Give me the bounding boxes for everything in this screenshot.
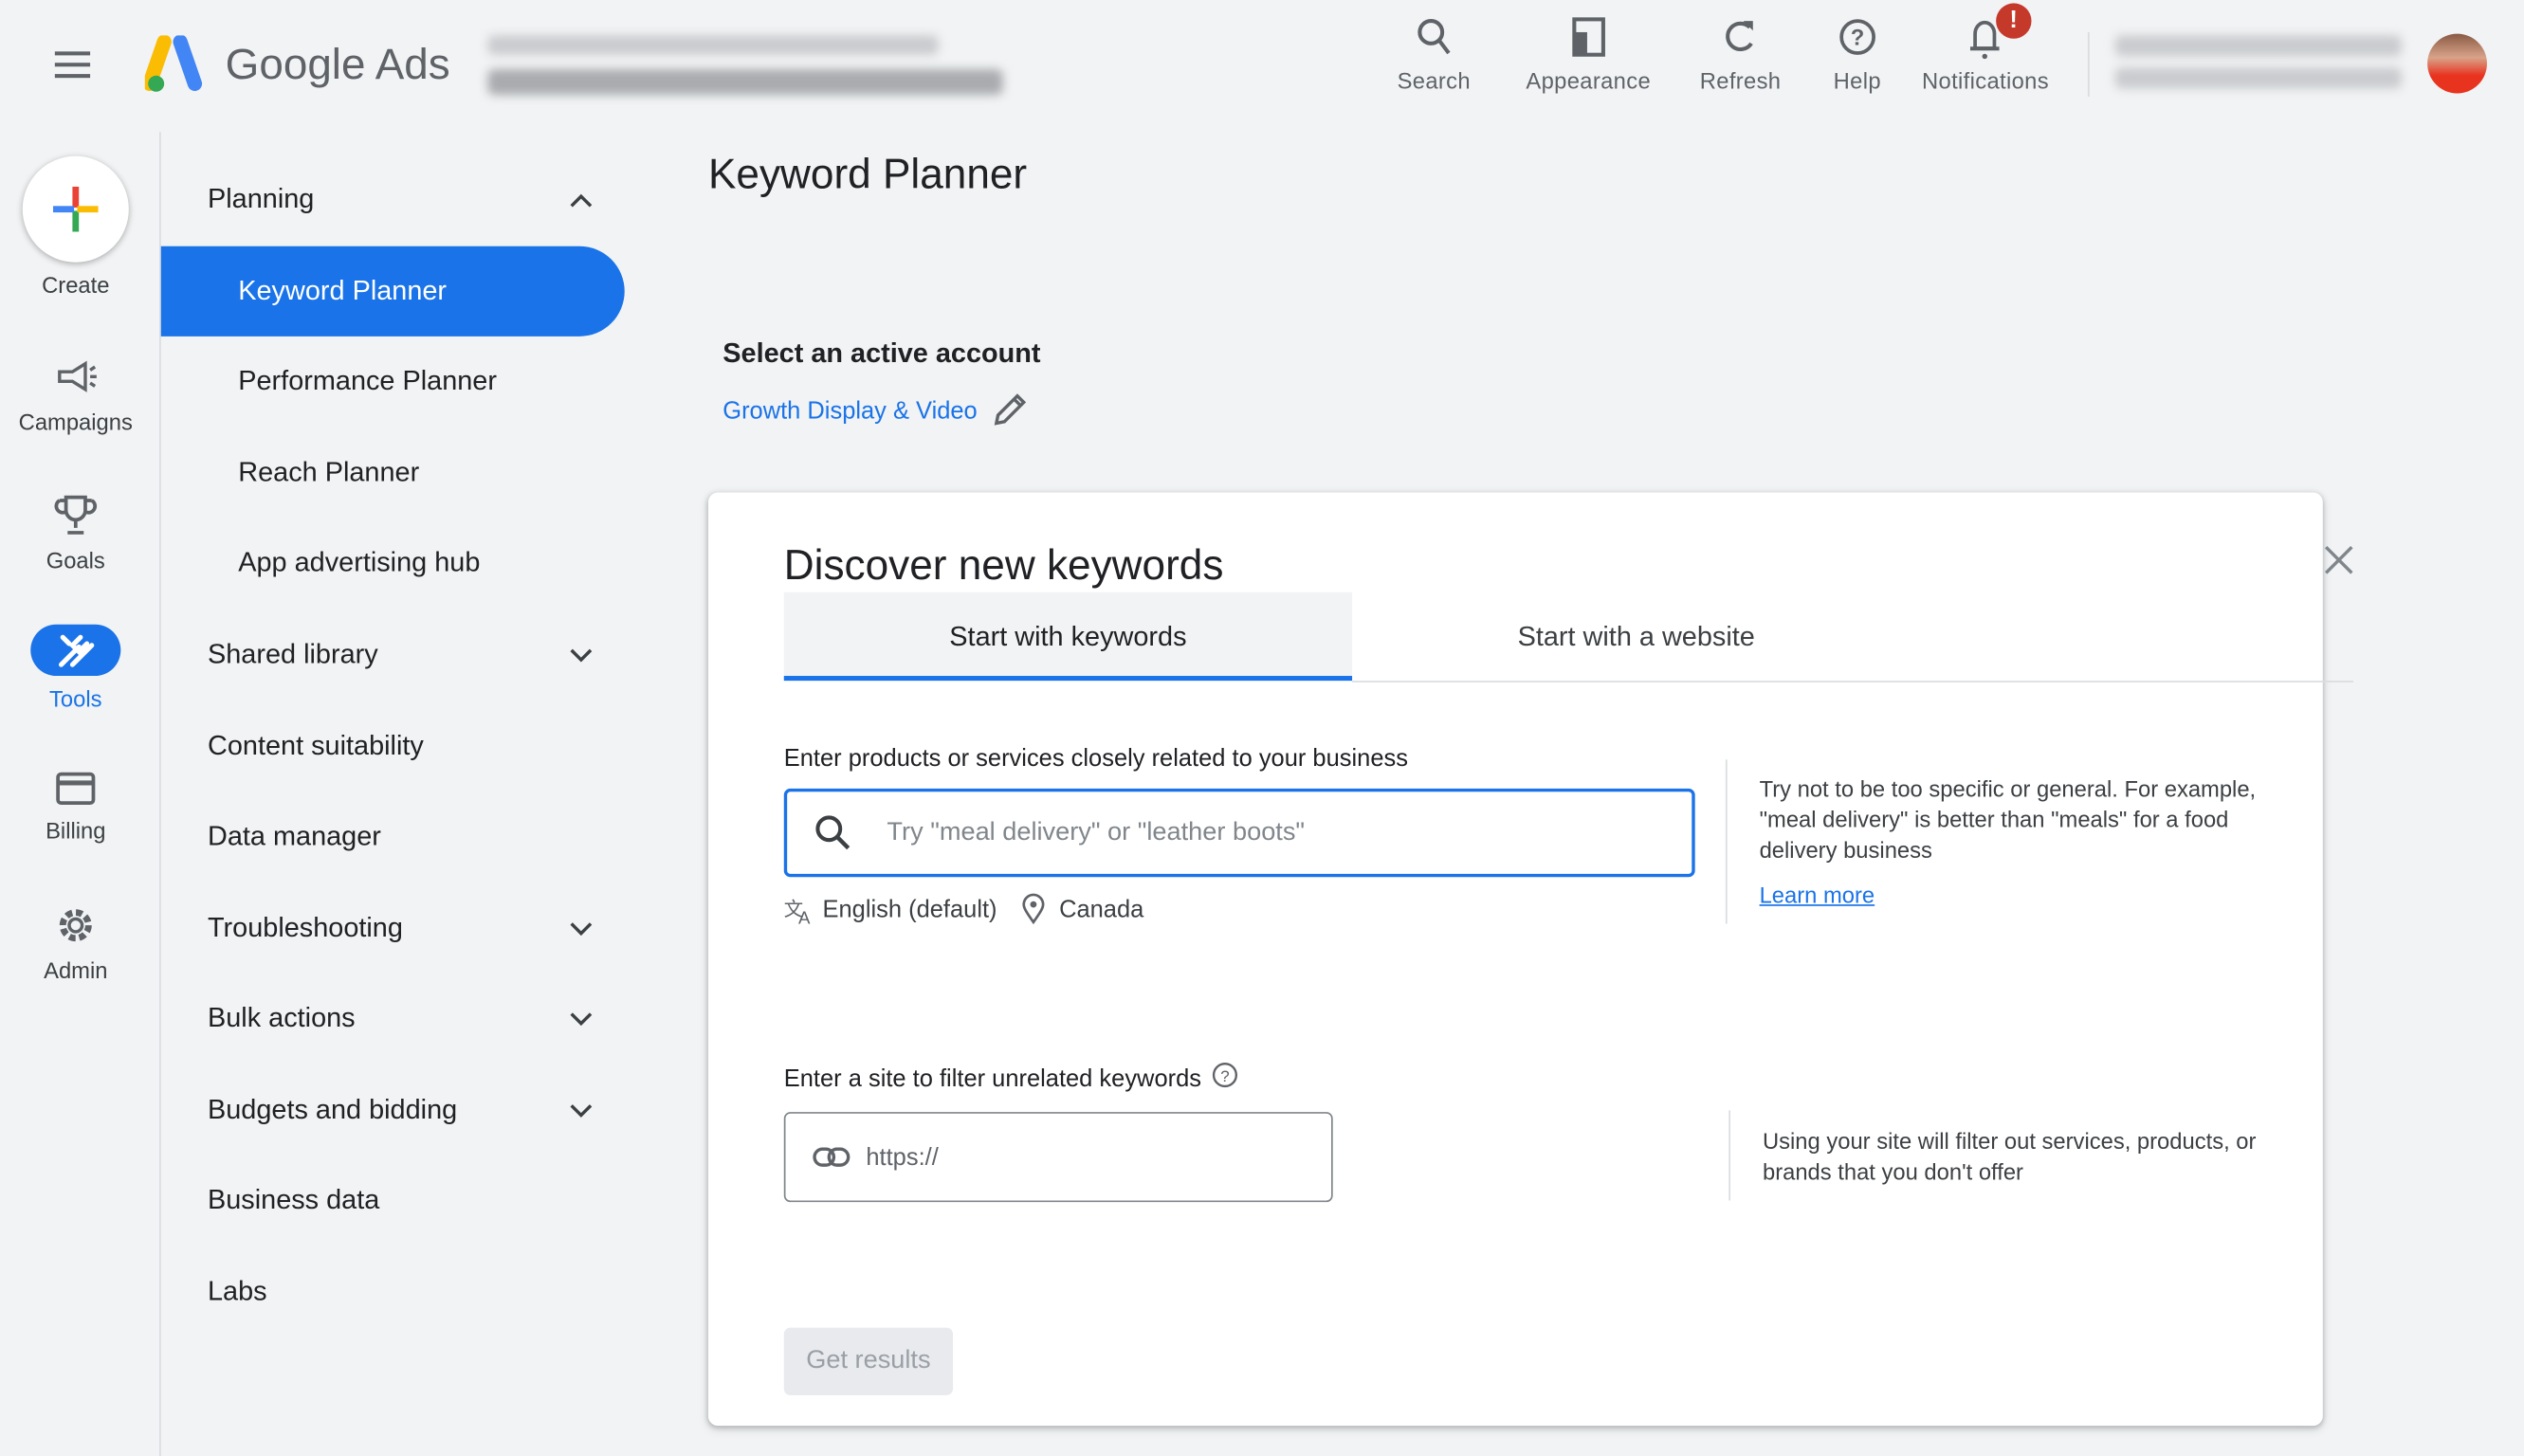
- tools-icon: [58, 634, 95, 667]
- appearance-icon: [1571, 17, 1605, 57]
- svg-text:?: ?: [1221, 1066, 1230, 1084]
- tab-start-with-keywords[interactable]: Start with keywords: [783, 592, 1353, 682]
- svg-text:A: A: [798, 907, 811, 925]
- appearance-button[interactable]: Appearance: [1526, 13, 1651, 93]
- keywords-input[interactable]: Try "meal delivery" or "leather boots": [783, 788, 1695, 878]
- gear-icon: [59, 909, 92, 942]
- nav-labs[interactable]: Labs: [161, 1247, 625, 1338]
- svg-text:?: ?: [1850, 26, 1864, 51]
- search-icon: [815, 814, 850, 849]
- location-selector[interactable]: Canada: [1020, 893, 1143, 925]
- app: Google Ads Search Appearance Refresh ? H…: [0, 0, 2524, 1456]
- chevron-up-icon: [570, 193, 593, 208]
- rail-create[interactable]: Create: [0, 155, 152, 298]
- hamburger-icon: [54, 51, 91, 79]
- keywords-tip: Try not to be too specific or general. F…: [1759, 775, 2257, 863]
- rail-admin[interactable]: Admin: [0, 902, 152, 983]
- notification-badge: !: [1996, 3, 2032, 39]
- chevron-down-icon: [570, 1104, 593, 1118]
- rail-goals[interactable]: Goals: [0, 492, 152, 573]
- chevron-down-icon: [570, 1012, 593, 1027]
- menu-button[interactable]: [54, 48, 94, 88]
- header-divider: [2087, 31, 2090, 97]
- get-results-button[interactable]: Get results: [783, 1327, 954, 1395]
- nav-keyword-planner[interactable]: Keyword Planner: [160, 246, 625, 337]
- learn-more-link[interactable]: Learn more: [1760, 882, 1875, 907]
- tabs-divider: [1352, 681, 2354, 682]
- help-icon[interactable]: ?: [1211, 1060, 1240, 1089]
- create-button[interactable]: [22, 155, 129, 263]
- rail-tools[interactable]: Tools: [0, 624, 152, 711]
- google-ads-logo[interactable]: Google Ads: [144, 35, 450, 93]
- search-button[interactable]: Search: [1398, 13, 1471, 93]
- notifications-button[interactable]: Notifications !: [1922, 3, 2049, 93]
- discover-keywords-card: Discover new keywords Start with keyword…: [707, 492, 2354, 1427]
- nav-planning[interactable]: Planning: [161, 155, 625, 245]
- chevron-down-icon: [570, 922, 593, 937]
- account-link[interactable]: Growth Display & Video: [722, 391, 1029, 430]
- tip-divider: [1725, 759, 1728, 924]
- refresh-button[interactable]: Refresh: [1700, 13, 1782, 93]
- site-label-row: Enter a site to filter unrelated keyword…: [784, 1062, 1240, 1093]
- rail-billing[interactable]: Billing: [0, 770, 152, 844]
- translate-icon: 文A: [784, 899, 811, 925]
- user-email-redacted: [2114, 67, 2402, 89]
- site-tip-divider: [1728, 1110, 1731, 1201]
- nav-troubleshooting[interactable]: Troubleshooting: [161, 883, 625, 974]
- account-selector-redacted[interactable]: [487, 69, 1003, 96]
- close-button[interactable]: [2323, 544, 2355, 584]
- account-heading: Select an active account: [722, 337, 1041, 369]
- nav-content-suitability[interactable]: Content suitability: [161, 701, 625, 792]
- account-breadcrumb-redacted[interactable]: [487, 35, 939, 55]
- location-pin-icon: [1022, 893, 1045, 925]
- nav-reach-planner[interactable]: Reach Planner: [161, 428, 625, 519]
- help-button[interactable]: ? Help: [1834, 13, 1881, 93]
- nav-performance-planner[interactable]: Performance Planner: [161, 337, 625, 427]
- nav-app-advertising-hub[interactable]: App advertising hub: [161, 519, 625, 609]
- help-icon: ?: [1838, 19, 1875, 55]
- customer-id-redacted: [2114, 35, 2402, 57]
- site-tip: Using your site will filter out services…: [1762, 1128, 2257, 1185]
- link-icon: [813, 1147, 850, 1167]
- nav-budgets-and-bidding[interactable]: Budgets and bidding: [161, 1065, 625, 1156]
- plus-icon: [53, 186, 99, 232]
- avatar[interactable]: [2427, 33, 2487, 94]
- trophy-icon: [54, 495, 98, 535]
- chevron-down-icon: [570, 648, 593, 663]
- nav-shared-library[interactable]: Shared library: [161, 610, 625, 700]
- tools-active-pill: [30, 624, 121, 677]
- megaphone-icon: [58, 360, 97, 392]
- tab-start-with-website[interactable]: Start with a website: [1352, 592, 1920, 681]
- site-input[interactable]: https://: [783, 1112, 1333, 1203]
- refresh-icon: [1726, 21, 1754, 51]
- card-title: Discover new keywords: [783, 540, 1224, 590]
- keywords-label: Enter products or services closely relat…: [783, 745, 1408, 773]
- google-ads-logo-icon: [144, 35, 203, 92]
- rail-campaigns[interactable]: Campaigns: [0, 357, 152, 434]
- app-name: Google Ads: [225, 39, 450, 88]
- search-icon: [1417, 19, 1451, 55]
- nav-business-data[interactable]: Business data: [161, 1156, 625, 1246]
- pencil-icon[interactable]: [990, 391, 1029, 430]
- page-title: Keyword Planner: [707, 149, 1028, 198]
- close-icon: [2324, 546, 2353, 574]
- nav-bulk-actions[interactable]: Bulk actions: [161, 974, 625, 1064]
- nav-data-manager[interactable]: Data manager: [161, 792, 625, 882]
- credit-card-icon: [56, 772, 96, 806]
- language-selector[interactable]: 文A English (default): [784, 893, 997, 925]
